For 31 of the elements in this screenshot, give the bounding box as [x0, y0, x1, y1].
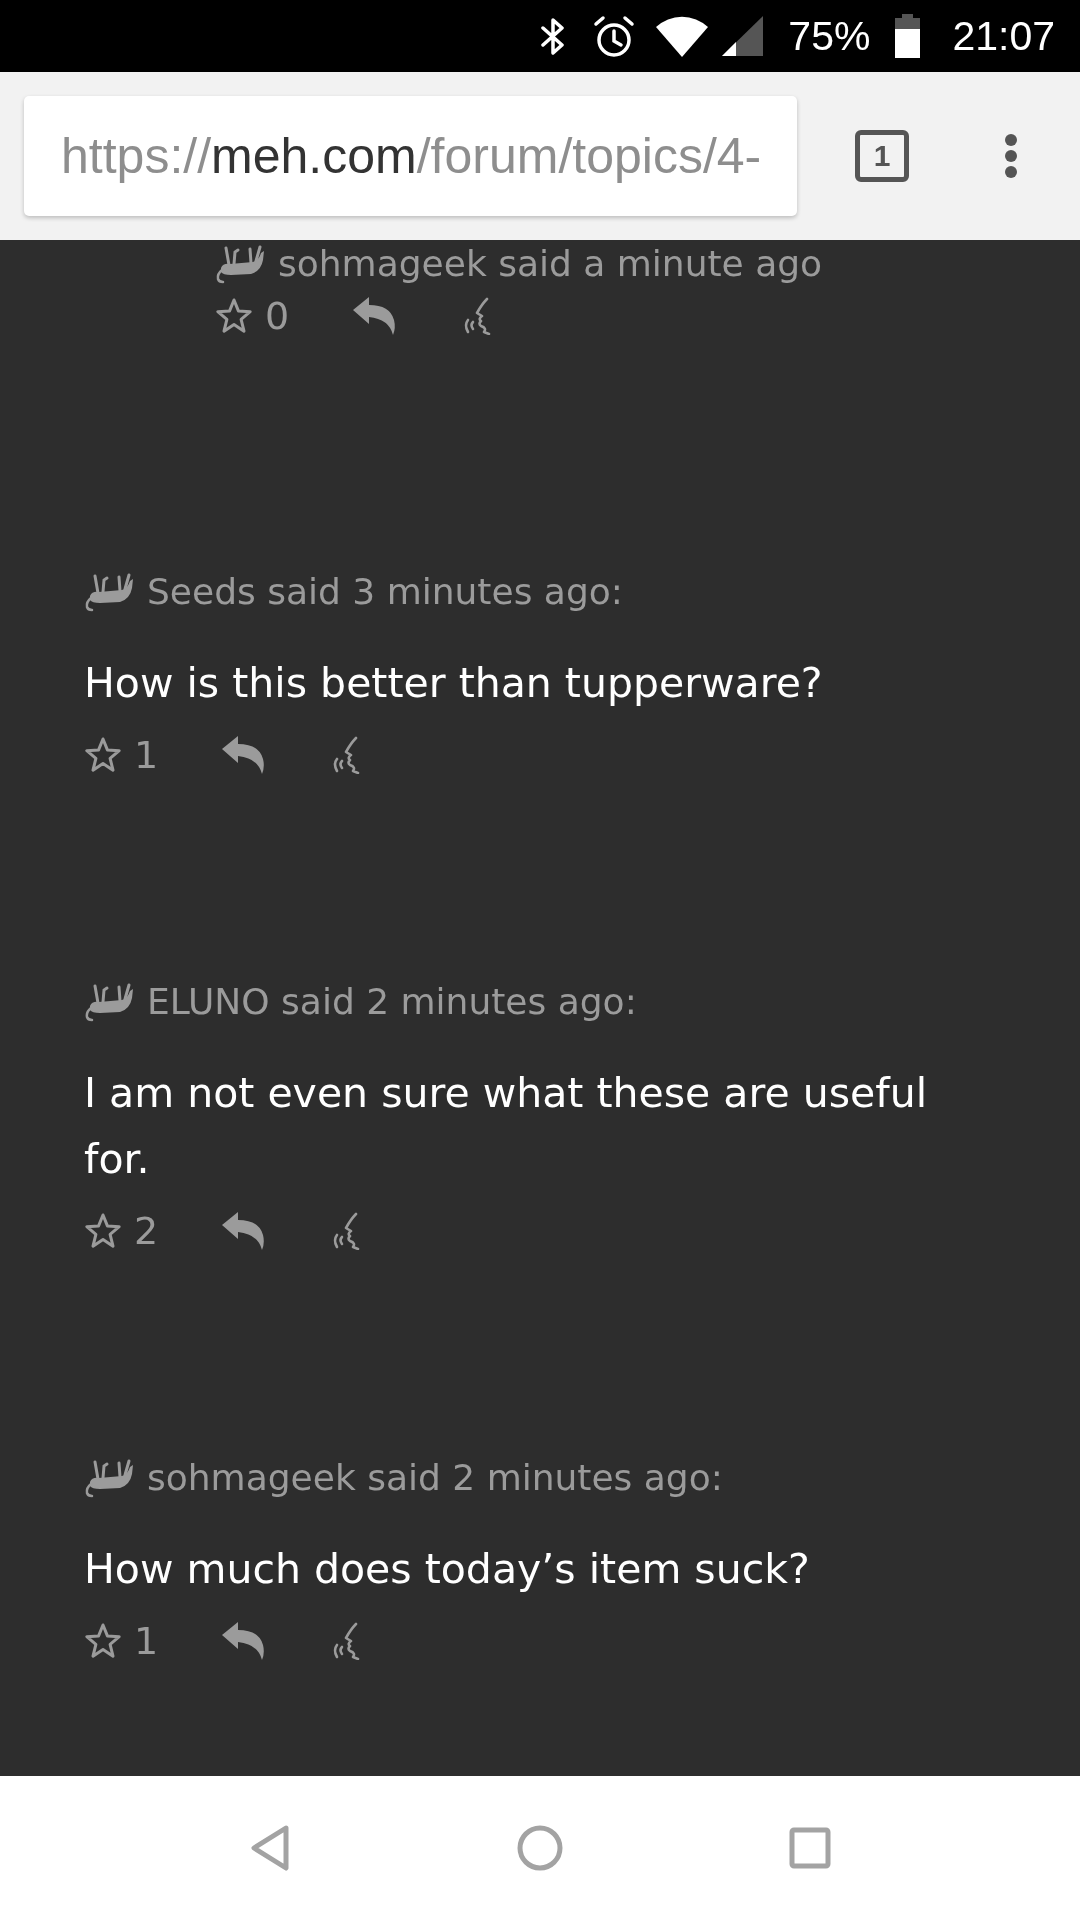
- alarm-clock-icon: [593, 14, 636, 58]
- reply-arrow-icon[interactable]: [222, 1622, 266, 1660]
- battery-icon: [895, 14, 921, 58]
- star-count: 1: [134, 1619, 159, 1663]
- reply-arrow-icon[interactable]: [222, 1212, 266, 1250]
- signal-icon: [722, 16, 764, 56]
- wifi-icon: [656, 15, 709, 57]
- goat-icon: [215, 244, 265, 284]
- comment-header: sohmageek said a minute ago: [278, 242, 823, 286]
- comment-text: I am not even sure what these are useful for.: [84, 1068, 929, 1185]
- reply-arrow-icon[interactable]: [222, 736, 266, 774]
- clock-time: 21:07: [952, 12, 1055, 60]
- comment-header: Seeds said 3 minutes ago:: [147, 570, 623, 614]
- battery-percent: 75%: [788, 12, 871, 60]
- star-icon[interactable]: [215, 298, 253, 334]
- star-count: 0: [265, 294, 290, 338]
- goat-icon: [84, 1458, 134, 1498]
- star-count: 1: [134, 733, 159, 777]
- tab-count-button[interactable]: 1: [855, 130, 909, 182]
- star-count: 2: [134, 1209, 159, 1253]
- comment-text: How much does today’s item suck?: [84, 1544, 811, 1595]
- star-icon[interactable]: [84, 737, 122, 773]
- comment-header: ELUNO said 2 minutes ago:: [147, 980, 637, 1024]
- goat-icon: [84, 982, 134, 1022]
- star-icon[interactable]: [84, 1623, 122, 1659]
- reply-arrow-icon[interactable]: [353, 297, 397, 335]
- comment-text: How is this better than tupperware?: [84, 658, 824, 709]
- star-icon[interactable]: [84, 1213, 122, 1249]
- url-field[interactable]: https://meh.com/forum/topics/4-: [24, 96, 797, 216]
- goat-icon: [84, 572, 134, 612]
- comment-header: sohmageek said 2 minutes ago:: [147, 1456, 723, 1500]
